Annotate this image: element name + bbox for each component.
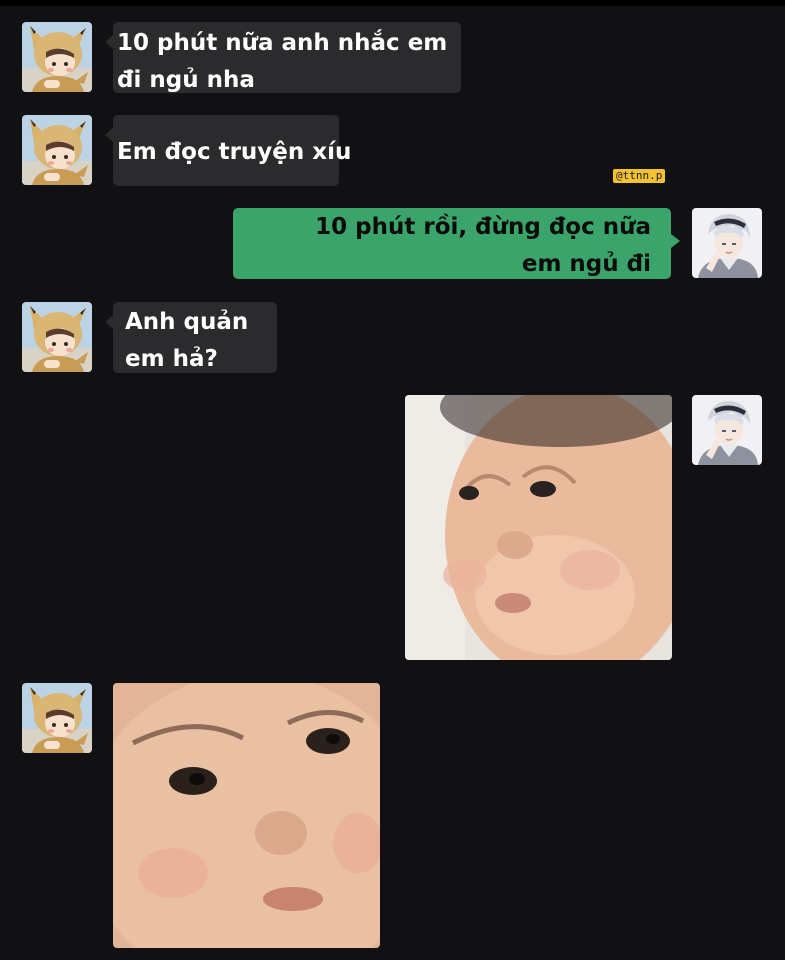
sender-avatar[interactable] — [22, 115, 92, 185]
message-text: Anh quản — [125, 309, 249, 335]
message-text: em hả? — [125, 346, 218, 372]
message-text: 10 phút nữa anh nhắc em — [117, 30, 448, 56]
received-photo[interactable] — [113, 683, 380, 948]
message-text: đi ngủ nha — [117, 67, 255, 93]
top-edge — [0, 0, 785, 6]
message-text: 10 phút rồi, đừng đọc nữa — [315, 214, 651, 240]
baby-closeup-photo — [113, 683, 380, 948]
pikachu-costume-avatar-icon — [22, 115, 92, 185]
message-bubble[interactable]: Em đọc truyện xíu — [113, 115, 352, 186]
message-bubble[interactable]: 10 phút nữa anh nhắc em đi ngủ nha — [113, 22, 461, 93]
white-haired-boy-avatar-icon — [692, 208, 762, 278]
pikachu-costume-avatar-icon — [22, 22, 92, 92]
sent-photo[interactable] — [405, 395, 672, 660]
bubble-tail — [105, 35, 113, 49]
bubble-tail — [105, 315, 113, 329]
receiver-avatar[interactable] — [692, 395, 762, 465]
sender-avatar[interactable] — [22, 22, 92, 92]
sender-avatar[interactable] — [22, 683, 92, 753]
bubble-tail — [105, 128, 113, 142]
message-bubble[interactable]: Anh quản em hả? — [113, 302, 277, 373]
pouting-baby-photo — [405, 395, 672, 660]
watermark-label: @ttnn.p — [613, 169, 666, 183]
white-haired-boy-avatar-icon — [692, 395, 762, 465]
message-bubble-sent[interactable]: 10 phút rồi, đừng đọc nữa em ngủ đi — [233, 208, 671, 279]
pikachu-costume-avatar-icon — [22, 683, 92, 753]
sender-avatar[interactable] — [22, 302, 92, 372]
message-text: Em đọc truyện xíu — [117, 139, 352, 165]
message-text: em ngủ đi — [521, 251, 651, 277]
bubble-tail — [671, 234, 680, 248]
receiver-avatar[interactable] — [692, 208, 762, 278]
pikachu-costume-avatar-icon — [22, 302, 92, 372]
